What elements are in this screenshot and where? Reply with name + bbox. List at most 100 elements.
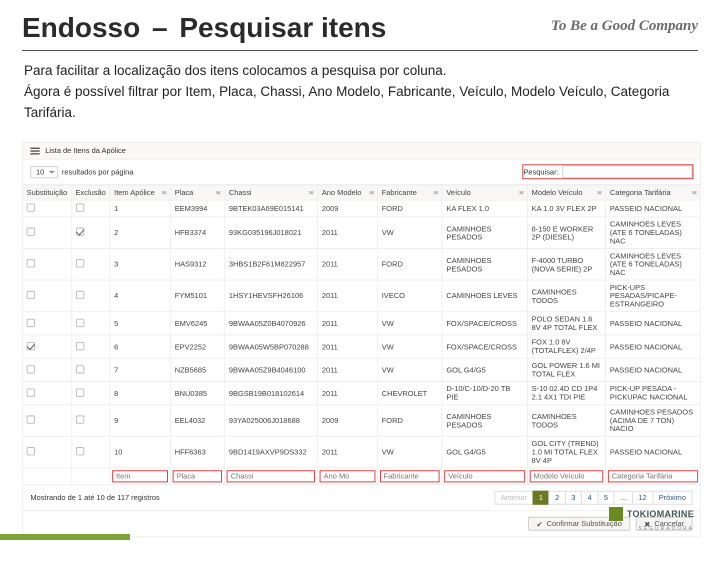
table-cell: 5 xyxy=(110,311,171,334)
table-cell: FOX/SPACE/CROSS xyxy=(442,311,527,334)
table-cell: 9BD1419AXVP9DS332 xyxy=(225,436,318,468)
column-header[interactable]: Placa xyxy=(171,185,225,200)
substitution-checkbox[interactable] xyxy=(27,227,35,235)
exclusion-checkbox[interactable] xyxy=(76,447,84,455)
table-cell: PICK-UPS PESADAS/PICAPE-ESTRANGEIRO xyxy=(606,280,701,312)
table-cell xyxy=(71,248,110,280)
substitution-checkbox[interactable] xyxy=(27,291,35,299)
substitution-checkbox[interactable] xyxy=(27,388,35,396)
table-cell: S-10 02.4D CD 1P4 2.1 4X1 TDI PIE xyxy=(527,381,605,404)
table-cell: 2011 xyxy=(318,358,378,381)
description-line-2: Ágora é possível filtrar por Item, Placa… xyxy=(24,82,696,124)
table-cell: EEL4032 xyxy=(171,404,225,436)
substitution-checkbox[interactable] xyxy=(27,365,35,373)
per-page-select[interactable]: 10 xyxy=(30,165,58,177)
table-toolbar: 10 resultados por página Pesquisar: xyxy=(22,159,701,184)
title-dash: – xyxy=(148,12,172,43)
slide-title: Endosso – Pesquisar itens xyxy=(22,12,386,44)
pager-item[interactable]: 1 xyxy=(532,491,549,505)
table-cell: EPV2252 xyxy=(171,335,225,358)
table-cell xyxy=(22,280,71,312)
exclusion-checkbox[interactable] xyxy=(76,365,84,373)
search-input[interactable] xyxy=(562,165,692,178)
table-cell: 2011 xyxy=(318,335,378,358)
table-cell: GOL G4/G5 xyxy=(442,436,527,468)
table-row: 8BNU03859BGSB19B0181026142011CHEVROLETD-… xyxy=(22,381,700,404)
column-filter-input[interactable] xyxy=(227,470,315,482)
column-filter-input[interactable] xyxy=(445,470,526,482)
column-filter-input[interactable] xyxy=(173,470,222,482)
column-filter-input[interactable] xyxy=(608,470,698,482)
substitution-checkbox[interactable] xyxy=(27,318,35,326)
column-header[interactable]: Item Apólice xyxy=(110,185,171,200)
exclusion-checkbox[interactable] xyxy=(76,341,84,349)
exclusion-checkbox[interactable] xyxy=(76,388,84,396)
table-cell: CAMINHOES PESADOS xyxy=(442,217,527,249)
table-cell: 10 xyxy=(110,436,171,468)
column-filter-input[interactable] xyxy=(112,470,168,482)
table-cell: 2 xyxy=(110,217,171,249)
table-footer: Mostrando de 1 até 10 de 117 registros A… xyxy=(22,485,701,511)
substitution-checkbox[interactable] xyxy=(27,259,35,267)
column-header[interactable]: Veículo xyxy=(442,185,527,200)
exclusion-checkbox[interactable] xyxy=(76,259,84,267)
table-cell: 93YA025006J018688 xyxy=(225,404,318,436)
table-cell: 2011 xyxy=(318,436,378,468)
column-filter-input[interactable] xyxy=(380,470,440,482)
table-cell: EMV6245 xyxy=(171,311,225,334)
substitution-checkbox[interactable] xyxy=(27,341,35,349)
table-cell: HAS9312 xyxy=(171,248,225,280)
table-cell xyxy=(71,217,110,249)
brand-logo: TOKIOMARINE SEGURADORA xyxy=(609,507,694,532)
table-cell: PASSEIO NACIONAL xyxy=(606,335,701,358)
table-cell: GOL G4/G5 xyxy=(442,358,527,381)
table-cell: 8 xyxy=(110,381,171,404)
pager-item[interactable]: 2 xyxy=(549,491,566,505)
pager-item[interactable]: 5 xyxy=(597,491,614,505)
pager-item[interactable]: 4 xyxy=(581,491,598,505)
table-cell: CAMINHOES PESADOS (ACIMA DE 7 TON) NACIO xyxy=(606,404,701,436)
column-header[interactable]: Categoria Tarifária xyxy=(606,185,701,200)
title-part-b: Pesquisar itens xyxy=(179,12,386,43)
exclusion-checkbox[interactable] xyxy=(76,415,84,423)
exclusion-checkbox[interactable] xyxy=(76,203,84,211)
column-header[interactable]: Ano Modelo xyxy=(318,185,378,200)
column-header[interactable]: Modelo Veículo xyxy=(527,185,605,200)
column-header[interactable]: Fabricante xyxy=(378,185,443,200)
column-filter-row xyxy=(22,468,700,485)
column-header[interactable]: Substituição xyxy=(22,185,71,200)
table-cell: 9BWAA05Z0B4070926 xyxy=(225,311,318,334)
table-cell: VW xyxy=(378,358,443,381)
pager-item[interactable]: Próximo xyxy=(652,491,692,505)
table-cell: 9BTEK03A69E015141 xyxy=(225,200,318,217)
table-cell xyxy=(22,381,71,404)
exclusion-checkbox[interactable] xyxy=(76,227,84,235)
company-tagline: To Be a Good Company xyxy=(551,12,698,35)
table-cell: 8-150 E WORKER 2P (DIESEL) xyxy=(527,217,605,249)
table-cell: CAMINHOES LEVES xyxy=(442,280,527,312)
table-cell: GOL CITY (TREND) 1.0 MI TOTAL FLEX 8V 4P xyxy=(527,436,605,468)
column-filter-input[interactable] xyxy=(320,470,375,482)
exclusion-checkbox[interactable] xyxy=(76,318,84,326)
pager-item[interactable]: ... xyxy=(614,491,633,505)
table-cell: PASSEIO NACIONAL xyxy=(606,311,701,334)
table-cell: 2009 xyxy=(318,200,378,217)
column-header[interactable]: Chassi xyxy=(225,185,318,200)
table-cell xyxy=(22,335,71,358)
pager-item[interactable]: 3 xyxy=(565,491,582,505)
per-page-label: resultados por página xyxy=(62,167,134,175)
table-cell: FORD xyxy=(378,404,443,436)
table-cell: CAMINHOES LEVES (ATE 6 TONELADAS) NAC xyxy=(606,217,701,249)
table-cell xyxy=(71,404,110,436)
substitution-checkbox[interactable] xyxy=(27,203,35,211)
substitution-checkbox[interactable] xyxy=(27,447,35,455)
pager-item[interactable]: 12 xyxy=(632,491,653,505)
exclusion-checkbox[interactable] xyxy=(76,291,84,299)
table-cell: GOL POWER 1.6 MI TOTAL FLEX xyxy=(527,358,605,381)
column-header[interactable]: Exclusão xyxy=(71,185,110,200)
table-cell xyxy=(71,311,110,334)
column-filter-input[interactable] xyxy=(530,470,604,482)
substitution-checkbox[interactable] xyxy=(27,415,35,423)
table-cell: HFF6363 xyxy=(171,436,225,468)
slide-header: Endosso – Pesquisar itens To Be a Good C… xyxy=(22,12,698,44)
